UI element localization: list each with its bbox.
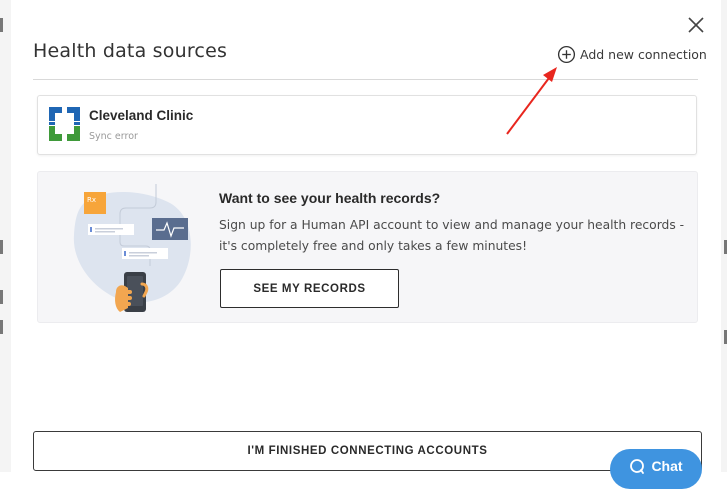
background-mark <box>0 240 3 254</box>
promo-heading: Want to see your health records? <box>219 190 441 206</box>
cleveland-clinic-logo <box>49 107 80 141</box>
promo-description: Sign up for a Human API account to view … <box>219 218 685 253</box>
background-mark <box>0 18 3 32</box>
background-mark <box>0 290 3 304</box>
background-page-right <box>721 0 727 472</box>
health-records-promo: Rx Want to see your health records? Sign… <box>37 171 698 323</box>
background-mark <box>0 320 3 334</box>
background-page-left <box>0 0 11 472</box>
source-name: Cleveland Clinic <box>89 108 194 123</box>
close-icon[interactable] <box>685 14 707 36</box>
see-my-records-button[interactable]: SEE MY RECORDS <box>220 269 399 308</box>
add-new-connection-label: Add new connection <box>580 46 707 62</box>
header-divider <box>33 79 698 80</box>
svg-text:Rx: Rx <box>87 196 96 204</box>
add-new-connection-link[interactable]: Add new connection <box>557 44 707 64</box>
health-records-illustration: Rx <box>73 184 191 312</box>
health-data-sources-modal: Health data sources Add new connection C… <box>11 0 721 472</box>
source-status: Sync error <box>89 131 138 142</box>
chat-button[interactable]: Chat <box>610 449 702 489</box>
plus-circle-icon <box>557 45 576 63</box>
modal-title: Health data sources <box>33 40 228 62</box>
source-card-cleveland-clinic[interactable]: Cleveland Clinic Sync error <box>37 95 697 155</box>
finished-connecting-button[interactable]: I'M FINISHED CONNECTING ACCOUNTS <box>33 431 702 471</box>
